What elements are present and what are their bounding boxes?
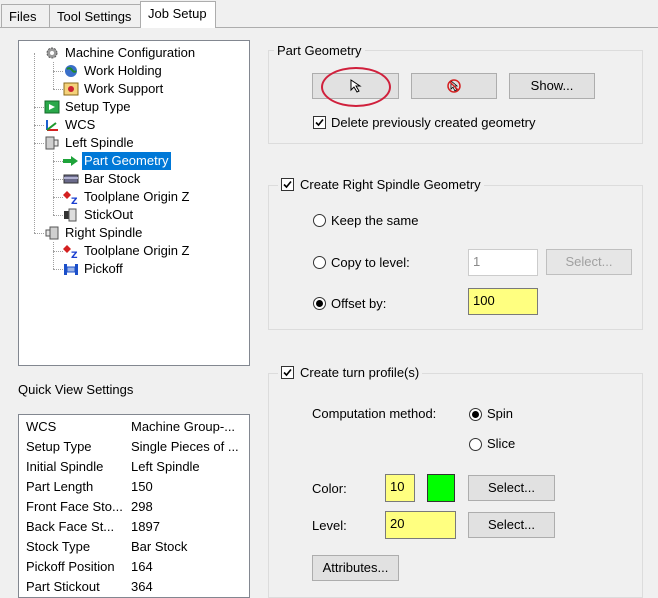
spindle-icon [44,136,60,150]
gear-icon [44,46,60,60]
spindle-icon [44,226,60,240]
copy-level-field[interactable]: 1 [468,249,538,276]
right-spindle-checkbox[interactable] [281,178,294,191]
color-label: Color: [312,481,347,496]
tab-job-setup[interactable]: Job Setup [140,1,216,28]
right-spindle-title: Create Right Spindle Geometry [300,177,481,192]
keep-same-radio[interactable] [313,214,326,227]
right-spindle-title-wrap: Create Right Spindle Geometry [278,177,484,193]
slice-radio[interactable] [469,438,482,451]
show-geometry-button[interactable]: Show... [509,73,595,99]
turn-profile-title: Create turn profile(s) [300,365,420,380]
setup-type-icon [44,100,60,114]
quick-view-table: WCS Machine Group-... Setup Type Single Pi… [18,414,250,598]
part-arrow-icon [63,154,79,168]
turn-profile-checkbox[interactable] [281,366,294,379]
delete-geometry-checkbox[interactable] [313,116,326,129]
axes-icon [44,118,60,132]
copy-level-select-button[interactable]: Select... [546,249,632,275]
annotation-circle [321,67,391,107]
tab-bar: Files Tool Settings Job Setup [0,0,658,28]
work-support-icon [63,82,79,96]
svg-text:Z: Z [71,251,78,258]
checkmark-icon [283,180,292,189]
pickoff-icon [63,262,79,276]
attributes-button[interactable]: Attributes... [312,555,399,581]
copy-level-radio[interactable] [313,256,326,269]
slice-label: Slice [487,436,516,451]
svg-text:Z: Z [71,197,78,204]
quick-view-title: Quick View Settings [18,382,134,397]
offset-by-field[interactable]: 100 [468,288,538,315]
stickout-icon [63,208,79,222]
no-select-icon [447,79,461,93]
job-setup-tree[interactable]: Machine Configuration Work Holding Work … [18,40,250,366]
delete-geometry-label: Delete previously created geometry [331,115,536,130]
turn-profile-title-wrap: Create turn profile(s) [278,365,423,381]
offset-by-radio[interactable] [313,297,326,310]
spin-label: Spin [487,406,514,421]
computation-method-label: Computation method: [312,406,437,421]
part-geometry-title: Part Geometry [274,43,365,58]
checkmark-icon [315,118,324,127]
offset-by-label: Offset by: [331,296,387,311]
tab-files[interactable]: Files [1,4,50,27]
bar-stock-icon [63,172,79,186]
clear-geometry-button[interactable] [411,73,497,99]
copy-level-label: Copy to level: [331,255,410,270]
color-field[interactable]: 10 [385,474,415,502]
toolplane-z-icon: Z [63,190,79,207]
color-swatch[interactable] [427,474,455,502]
level-label: Level: [312,518,347,533]
tab-tool-settings[interactable]: Tool Settings [49,4,141,27]
spin-radio[interactable] [469,408,482,421]
keep-same-label: Keep the same [331,213,419,228]
globe-icon [63,64,79,78]
toolplane-z-icon: Z [63,244,79,261]
level-field[interactable]: 20 [385,511,456,539]
color-select-button[interactable]: Select... [468,475,555,501]
level-select-button[interactable]: Select... [468,512,555,538]
checkmark-icon [283,368,292,377]
